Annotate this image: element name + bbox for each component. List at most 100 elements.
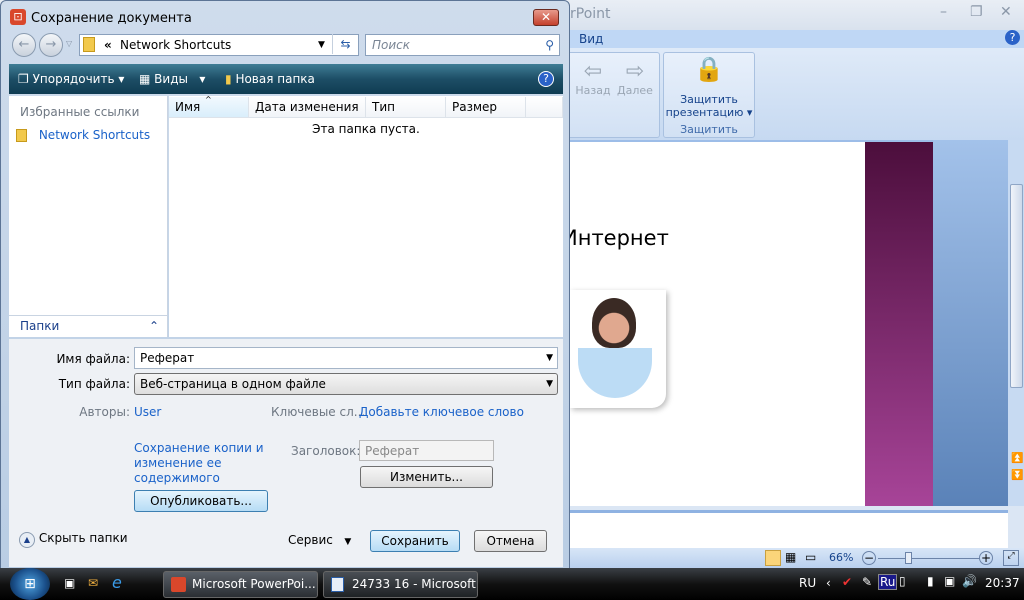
zoom-level[interactable]: 66% <box>829 551 853 564</box>
save-dialog: ⊡ Сохранение документа ✕ ← → ▽ « Network… <box>0 0 570 570</box>
zoom-slider[interactable] <box>878 558 980 559</box>
start-button[interactable]: ⊞ <box>10 568 50 600</box>
help-icon[interactable]: ? <box>1005 30 1020 45</box>
search-input[interactable]: Поиск ⚲ <box>365 34 560 56</box>
views-button[interactable]: ▦ Виды ▾ <box>139 64 205 94</box>
file-list[interactable]: Имя ^ Дата изменения Тип Размер Эта папка… <box>169 95 563 337</box>
zoom-out-button[interactable]: − <box>862 551 876 565</box>
cancel-button[interactable]: Отмена <box>474 530 547 552</box>
forward-arrow-icon: ⇨ <box>625 59 645 84</box>
column-header-size[interactable]: Размер <box>446 97 526 118</box>
slide-photo[interactable] <box>570 290 666 408</box>
address-dropdown-icon[interactable]: ▼ <box>318 35 325 55</box>
volume-icon[interactable]: 🔊 <box>962 574 977 588</box>
language-indicator[interactable]: RU <box>799 576 816 590</box>
zoom-slider-thumb[interactable] <box>905 552 912 564</box>
network-icon[interactable]: ▣ <box>944 574 955 588</box>
chevron-up-icon: ▲ <box>19 532 35 548</box>
document-lock-icon: 🔒 <box>694 55 724 83</box>
search-icon[interactable]: ⚲ <box>545 35 554 55</box>
restore-button[interactable]: ❐ <box>970 4 983 20</box>
clock[interactable]: 20:37 <box>985 576 1020 590</box>
prev-slide-icon[interactable]: ⏫ <box>1011 453 1023 464</box>
vertical-scrollbar[interactable]: ⏫ ⏬ <box>1008 140 1024 506</box>
breadcrumb-item[interactable]: Network Shortcuts <box>120 35 231 55</box>
notes-pane[interactable] <box>570 510 1008 548</box>
refresh-icon[interactable]: ⇆ <box>332 34 358 54</box>
show-hidden-icons[interactable]: ‹ <box>826 576 831 590</box>
column-header-type[interactable]: Тип <box>366 97 446 118</box>
powerpoint-icon <box>171 577 186 592</box>
fit-to-window-icon[interactable]: ⤢ <box>1003 550 1019 566</box>
forward-label: Далее <box>617 84 653 97</box>
back-label: Назад <box>575 84 611 97</box>
ime-indicator[interactable]: Ru <box>878 574 898 590</box>
breadcrumb-overflow[interactable]: « <box>104 35 112 55</box>
back-button[interactable]: ⇦ Назад <box>575 59 611 97</box>
keywords-input[interactable]: Добавьте ключевое слово <box>359 405 524 419</box>
scrollbar-thumb[interactable] <box>1010 184 1023 388</box>
tab-view[interactable]: Вид <box>579 32 603 46</box>
minimize-button[interactable]: – <box>940 4 947 20</box>
protect-presentation-button[interactable]: Защитить презентацию ▾ <box>664 93 754 119</box>
hide-folders-button[interactable]: ▲ Скрыть папки <box>19 531 128 548</box>
slide-title: Интернет <box>562 226 669 250</box>
authors-label: Авторы: <box>79 405 130 419</box>
authors-value[interactable]: User <box>134 405 161 419</box>
organize-label: Упорядочить <box>32 72 115 86</box>
close-button[interactable]: ✕ <box>533 9 559 26</box>
hide-folders-label: Скрыть папки <box>38 531 128 545</box>
protect-line2: презентацию <box>665 106 744 119</box>
sort-ascending-icon: ^ <box>205 95 212 104</box>
device-icon[interactable]: ▯ <box>899 574 906 588</box>
zoom-in-button[interactable]: + <box>979 551 993 565</box>
save-copy-link[interactable]: Сохранение копии и изменение ее содержим… <box>134 441 264 486</box>
mail-icon[interactable]: ✉ <box>88 576 98 590</box>
filetype-select[interactable]: Веб-страница в одном файле ▼ <box>134 373 558 395</box>
folder-icon <box>83 37 95 52</box>
next-slide-icon[interactable]: ⏬ <box>1011 470 1023 481</box>
slide-sorter-icon[interactable]: ▦ <box>785 550 796 564</box>
chevron-up-icon: ⌃ <box>148 319 159 333</box>
new-folder-label: Новая папка <box>235 72 315 86</box>
powerpoint-app-icon: ⊡ <box>10 9 26 25</box>
pen-icon[interactable]: ✎ <box>862 575 872 589</box>
workspace-background <box>933 140 1008 506</box>
change-button[interactable]: Изменить... <box>360 466 493 488</box>
back-button[interactable]: ← <box>12 33 36 57</box>
forward-button[interactable]: ⇨ Далее <box>615 59 655 97</box>
views-label: Виды <box>154 72 188 86</box>
slideshow-icon[interactable]: ▭ <box>805 550 816 564</box>
chevron-down-icon[interactable]: ▼ <box>546 348 553 368</box>
filename-input[interactable]: Реферат ▼ <box>134 347 558 369</box>
taskbar-item-powerpoint[interactable]: Microsoft PowerPoi... <box>163 571 318 598</box>
taskbar-item-word[interactable]: 24733 16 - Microsoft... <box>323 571 478 598</box>
keywords-label: Ключевые сл... <box>271 405 366 419</box>
folder-icon <box>16 129 27 142</box>
power-icon[interactable]: ▮ <box>927 574 934 588</box>
save-button[interactable]: Сохранить <box>370 530 460 552</box>
chevron-down-icon[interactable]: ▼ <box>546 374 553 394</box>
slide[interactable]: Интернет <box>562 142 865 506</box>
close-button[interactable]: ✕ <box>1000 4 1012 20</box>
column-header-date[interactable]: Дата изменения <box>249 97 366 118</box>
publish-button[interactable]: Опубликовать... <box>134 490 268 512</box>
slide-decoration <box>865 142 933 506</box>
title-input[interactable]: Реферат <box>359 440 494 461</box>
antivirus-icon[interactable]: ✔ <box>842 575 852 589</box>
folders-toggle[interactable]: Папки ⌃ <box>9 315 167 336</box>
help-icon[interactable]: ? <box>538 71 554 87</box>
column-header-name[interactable]: Имя ^ <box>169 95 249 118</box>
recent-pages-dropdown[interactable]: ▽ <box>66 39 72 48</box>
address-bar[interactable]: « Network Shortcuts ▼ ⇆ <box>79 34 359 56</box>
new-folder-button[interactable]: ▮ Новая папка <box>225 64 315 94</box>
organize-button[interactable]: ❐ Упорядочить ▾ <box>18 64 124 94</box>
normal-view-icon[interactable] <box>765 550 781 566</box>
internet-explorer-icon[interactable]: e <box>112 573 122 592</box>
forward-button[interactable]: → <box>39 33 63 57</box>
tools-dropdown[interactable]: Сервис ▼ <box>288 533 351 547</box>
favorite-link-network-shortcuts[interactable]: Network Shortcuts <box>16 128 150 142</box>
folders-label: Папки <box>20 319 60 333</box>
show-desktop-icon[interactable]: ▣ <box>64 576 75 590</box>
search-placeholder: Поиск <box>372 38 411 52</box>
